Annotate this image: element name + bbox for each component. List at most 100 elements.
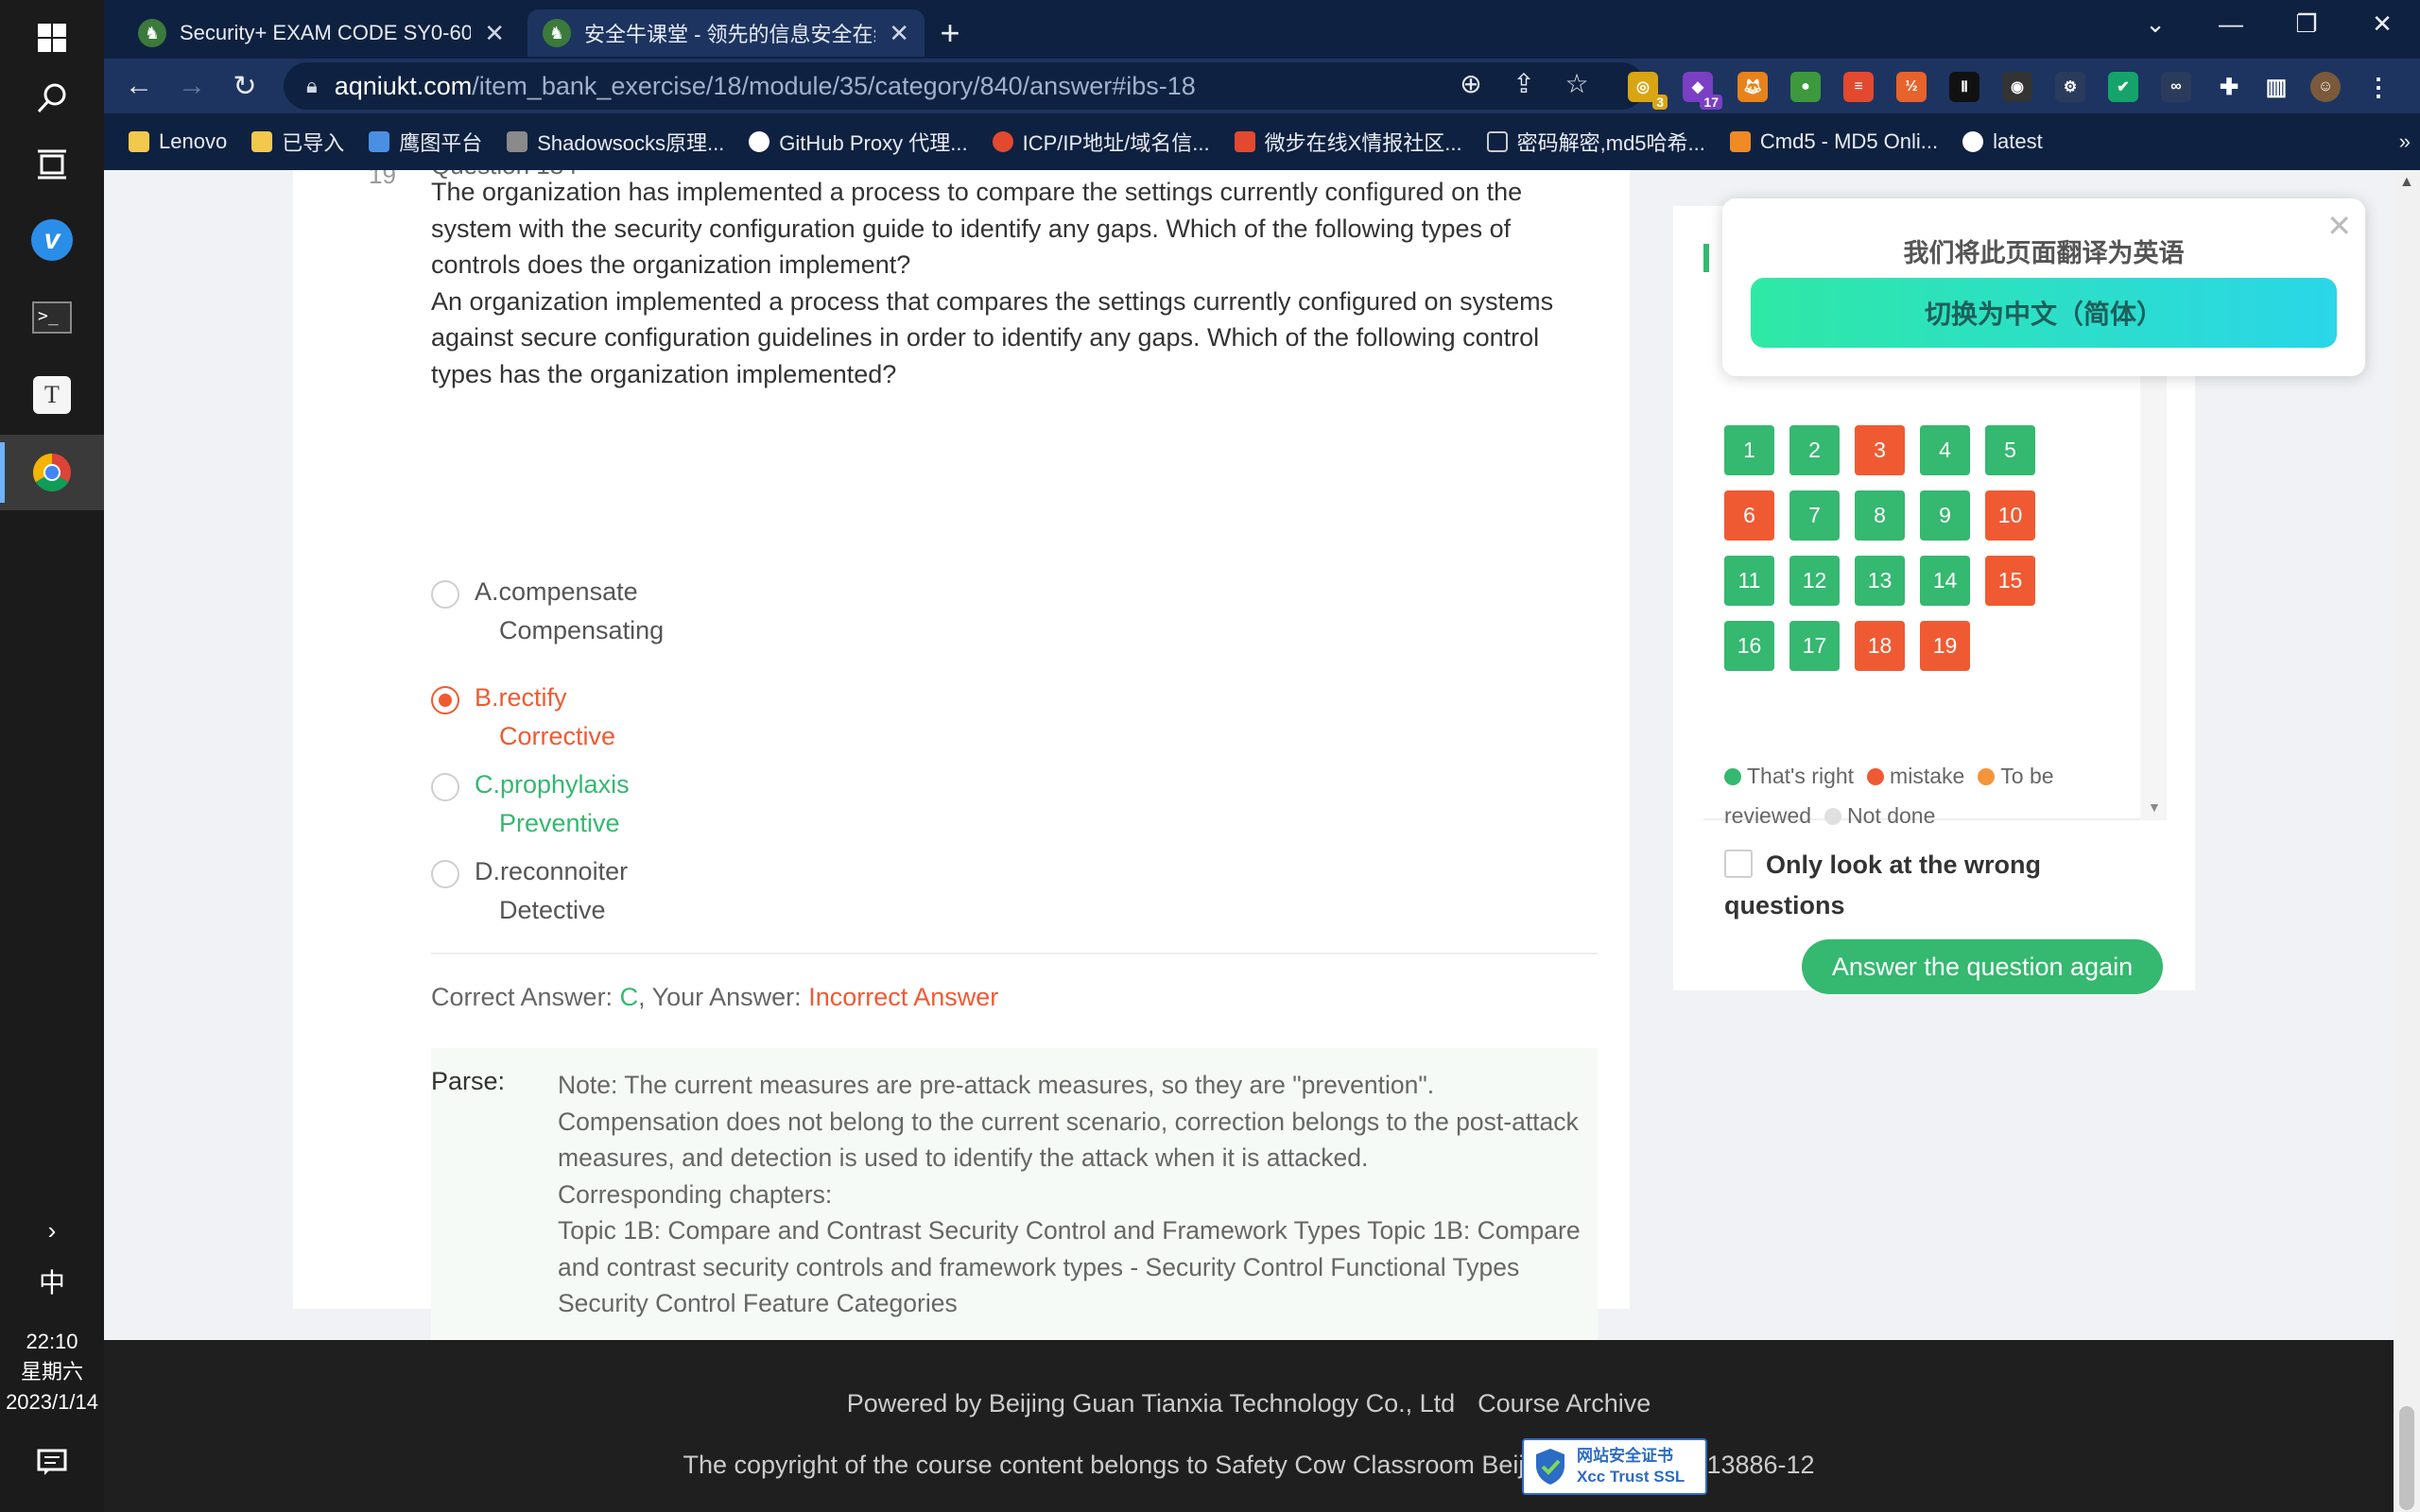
forward-icon[interactable]: → (170, 64, 214, 108)
bookmark-star-icon[interactable]: ☆ (1558, 68, 1596, 99)
clock-time[interactable]: 22:10 (0, 1327, 104, 1356)
metamask-icon[interactable]: 🦊︎ (1737, 72, 1768, 102)
back-icon[interactable]: ← (117, 64, 161, 108)
tab-security-exam[interactable]: ♞ Security+ EXAM CODE SY0-60 ✕ (123, 9, 520, 57)
folder-icon (251, 131, 273, 152)
only-wrong-filter[interactable]: Only look at the wrong questions (1724, 845, 2159, 926)
search-icon[interactable] (0, 60, 104, 136)
question-number-button[interactable]: 10 (1985, 490, 2035, 541)
question-number-button[interactable]: 4 (1920, 425, 1970, 475)
legend-label: To be (2000, 764, 2054, 788)
bookmark-item[interactable]: Lenovo (129, 129, 227, 154)
your-answer: Incorrect Answer (808, 983, 999, 1011)
bookmark-item[interactable]: ICP/IP地址/域名信... (992, 127, 1210, 157)
question-number-button[interactable]: 12 (1789, 556, 1840, 606)
question-text-translated: An organization implemented a process th… (431, 286, 1554, 388)
question-number-button[interactable]: 17 (1789, 621, 1840, 671)
bookmark-item[interactable]: 密码解密,md5哈希... (1486, 127, 1705, 157)
ime-indicator[interactable]: 中 (0, 1244, 104, 1319)
scrollbar-thumb[interactable] (2399, 1406, 2414, 1510)
zoom-icon[interactable]: ⊕ (1452, 68, 1490, 99)
restore-icon[interactable]: ❐ (2269, 0, 2344, 47)
puzzle-icon[interactable]: ✚ (2214, 72, 2244, 102)
extension-icon-9[interactable]: ⚙ (2055, 72, 2085, 102)
bookmark-item[interactable]: Cmd5 - MD5 Onli... (1729, 129, 1939, 154)
radio-button[interactable] (431, 580, 459, 609)
question-number-button[interactable]: 15 (1985, 556, 2035, 606)
clock-date[interactable]: 2023/1/14 (0, 1387, 104, 1417)
bookmark-item[interactable]: GitHub Proxy 代理... (749, 127, 968, 157)
url-path: /item_bank_exercise/18/module/35/categor… (472, 71, 1196, 100)
bookmark-item[interactable]: 鹰图平台 (369, 127, 482, 157)
bookmark-label: latest (1993, 129, 2043, 153)
notification-icon[interactable] (0, 1425, 104, 1501)
question-number-button[interactable]: 11 (1724, 556, 1774, 606)
question-number-button[interactable]: 16 (1724, 621, 1774, 671)
radio-button-selected[interactable] (431, 686, 459, 714)
bookmark-item[interactable]: 已导入 (251, 127, 344, 157)
close-tab-icon[interactable]: ✕ (484, 19, 505, 48)
question-number-button[interactable]: 7 (1789, 490, 1840, 541)
radio-button[interactable] (431, 860, 459, 888)
side-panel-icon[interactable]: ▥ (2261, 72, 2291, 102)
extension-icon-5[interactable]: ≡ (1843, 72, 1874, 102)
status-legend: That's right mistake To be reviewed Not done (1724, 756, 2121, 835)
legend-label: That's right (1747, 764, 1855, 788)
bookmark-label: Lenovo (159, 129, 228, 153)
tab-aqniukt[interactable]: ♞ 安全牛课堂 - 领先的信息安全在线 ✕ (527, 9, 925, 57)
extension-icon-7[interactable]: Ⅱ (1949, 72, 1979, 102)
bookmark-item[interactable]: latest (1962, 129, 2043, 154)
switch-language-button[interactable]: 切换为中文（简体） (1751, 278, 2337, 348)
question-number-button[interactable]: 5 (1985, 425, 2035, 475)
typora-icon[interactable]: T (0, 357, 104, 433)
share-icon[interactable]: ⇪ (1505, 68, 1543, 99)
question-number-button[interactable]: 19 (1920, 621, 1970, 671)
parse-line: Topic 1B: Compare and Contrast Security … (558, 1216, 1581, 1317)
minimize-icon[interactable]: — (2193, 0, 2269, 47)
question-number-button[interactable]: 1 (1724, 425, 1774, 475)
page-scrollbar[interactable]: ▲ (2394, 170, 2420, 1512)
more-bookmarks-icon[interactable]: » (2399, 129, 2411, 154)
bookmark-label: Cmd5 - MD5 Onli... (1759, 129, 1939, 153)
bookmark-item[interactable]: Shadowsocks原理... (507, 127, 724, 157)
checkbox[interactable] (1724, 850, 1753, 878)
extension-icon-11[interactable]: ∞ (2161, 72, 2191, 102)
question-number-button[interactable]: 6 (1724, 490, 1774, 541)
extension-icon-8[interactable]: ◉ (2002, 72, 2032, 102)
address-bar[interactable]: 🔒︎ aqniukt.com/item_bank_exercise/18/mod… (284, 62, 1645, 110)
icp-number: 013886-12 (1692, 1451, 1815, 1479)
bookmark-item[interactable]: 微步在线X情报社区... (1234, 127, 1462, 157)
ssl-trust-badge[interactable]: 网站安全证书 Xcc Trust SSL (1522, 1438, 1707, 1495)
extension-icon-6[interactable]: ½ (1896, 72, 1927, 102)
profile-avatar[interactable]: ☺ (2310, 72, 2341, 102)
question-number-button[interactable]: 2 (1789, 425, 1840, 475)
menu-kebab-icon[interactable]: ⋮ (2363, 72, 2394, 102)
vpn-app-icon[interactable]: v (0, 202, 104, 278)
clock-day[interactable]: 星期六 (0, 1357, 104, 1386)
question-number-button[interactable]: 3 (1855, 425, 1905, 475)
question-number-button[interactable]: 8 (1855, 490, 1905, 541)
close-tab-icon[interactable]: ✕ (889, 19, 909, 48)
close-window-icon[interactable]: ✕ (2344, 0, 2420, 47)
extension-icon-4[interactable]: ● (1790, 72, 1821, 102)
answer-again-button[interactable]: Answer the question again (1802, 939, 2163, 994)
course-archive-link[interactable]: Course Archive (1478, 1389, 1651, 1418)
chrome-icon[interactable] (0, 435, 104, 510)
page-viewport: 19 Question 184 The organization has imp… (104, 170, 2394, 1512)
scroll-up-icon[interactable]: ▲ (2399, 174, 2414, 191)
task-view-icon[interactable] (0, 127, 104, 202)
question-number-button[interactable]: 9 (1920, 490, 1970, 541)
reload-icon[interactable]: ↻ (223, 64, 267, 108)
terminal-icon[interactable]: >_ (0, 280, 104, 355)
scroll-down-icon[interactable]: ▼ (2148, 799, 2161, 815)
radio-button[interactable] (431, 773, 459, 801)
question-number-button[interactable]: 13 (1855, 556, 1905, 606)
shield-extension-icon[interactable]: ✔ (2108, 72, 2138, 102)
question-number-button[interactable]: 14 (1920, 556, 1970, 606)
extension-icon-1[interactable]: ◎ 3 (1628, 72, 1668, 110)
tab-search-icon[interactable]: ⌄ (2118, 0, 2193, 47)
question-number-button[interactable]: 18 (1855, 621, 1905, 671)
new-tab-icon[interactable]: + (926, 9, 974, 57)
lock-icon[interactable]: 🔒︎ (306, 74, 318, 98)
extension-icon-2[interactable]: ◆ 17 (1683, 72, 1722, 110)
